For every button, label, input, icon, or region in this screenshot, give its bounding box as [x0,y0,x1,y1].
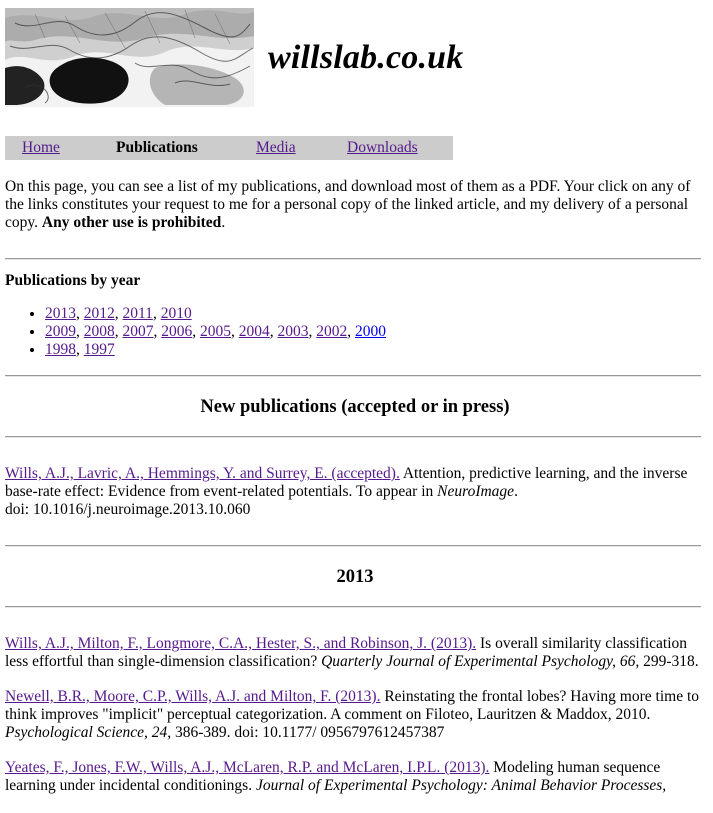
publication-link[interactable]: Newell, B.R., Moore, C.P., Wills, A.J. a… [5,688,380,705]
year-link-2007[interactable]: 2007 [123,323,154,340]
nav-media-link[interactable]: Media [256,138,296,158]
section-heading-2013: 2013 [336,567,374,587]
year-link-1997[interactable]: 1997 [84,341,115,358]
year-link-2013[interactable]: 2013 [45,305,76,322]
publication-tail: 299-318. [639,653,699,670]
year-link-2008[interactable]: 2008 [84,323,115,340]
publication-entry: Newell, B.R., Moore, C.P., Wills, A.J. a… [5,688,705,742]
publication-doi: doi: 10.1016/j.neuroimage.2013.10.060 [5,501,251,518]
intro-bold: Any other use is prohibited [41,214,222,231]
publication-link[interactable]: Yeates, F., Jones, F.W., Wills, A.J., Mc… [5,759,489,776]
year-link-2005[interactable]: 2005 [200,323,231,340]
year-list-item: 1998, 1997 [45,341,705,359]
publications-by-year-title: Publications by year [5,272,141,289]
intro-end: . [221,214,226,231]
publication-tail: . [514,483,518,500]
year-link-2011[interactable]: 2011 [123,305,153,322]
publication-tail: 386-389. doi: 10.1177/ 0956797612457387 [171,724,445,741]
site-header: willslab.co.uk [0,0,713,112]
nav-publications-current: Publications [116,139,198,156]
nav-bar: Home Publications Media Downloads [5,136,453,160]
year-list: 2013, 2012, 2011, 2010 2009, 2008, 2007,… [5,305,705,359]
nav-home-link[interactable]: Home [22,138,60,158]
year-list-item: 2013, 2012, 2011, 2010 [45,305,705,323]
year-link-2004[interactable]: 2004 [239,323,270,340]
year-link-1998[interactable]: 1998 [45,341,76,358]
publication-journal: Journal of Experimental Psychology: Anim… [255,777,667,794]
publication-journal: Quarterly Journal of Experimental Psycho… [321,653,640,670]
year-link-2010[interactable]: 2010 [161,305,192,322]
nav-downloads-link[interactable]: Downloads [347,138,418,158]
main-content: On this page, you can see a list of my p… [5,178,705,795]
publication-link[interactable]: Wills, A.J., Lavric, A., Hemmings, Y. an… [5,465,400,482]
year-link-2000[interactable]: 2000 [355,323,386,340]
section-heading-new: New publications (accepted or in press) [200,397,510,417]
publication-link[interactable]: Wills, A.J., Milton, F., Longmore, C.A.,… [5,635,476,652]
publication-journal: Psychological Science, 24, [5,724,172,741]
year-list-item: 2009, 2008, 2007, 2006, 2005, 2004, 2003… [45,323,705,341]
brain-illustration-icon [5,8,254,107]
publication-journal: NeuroImage [437,483,515,500]
year-link-2012[interactable]: 2012 [84,305,115,322]
publication-entry: Wills, A.J., Lavric, A., Hemmings, Y. an… [5,465,705,519]
site-title: willslab.co.uk [268,39,464,76]
year-link-2002[interactable]: 2002 [316,323,347,340]
publication-entry: Yeates, F., Jones, F.W., Wills, A.J., Mc… [5,759,705,795]
intro-paragraph: On this page, you can see a list of my p… [5,178,705,232]
publication-entry: Wills, A.J., Milton, F., Longmore, C.A.,… [5,635,705,671]
year-link-2009[interactable]: 2009 [45,323,76,340]
year-link-2003[interactable]: 2003 [278,323,309,340]
year-link-2006[interactable]: 2006 [161,323,192,340]
